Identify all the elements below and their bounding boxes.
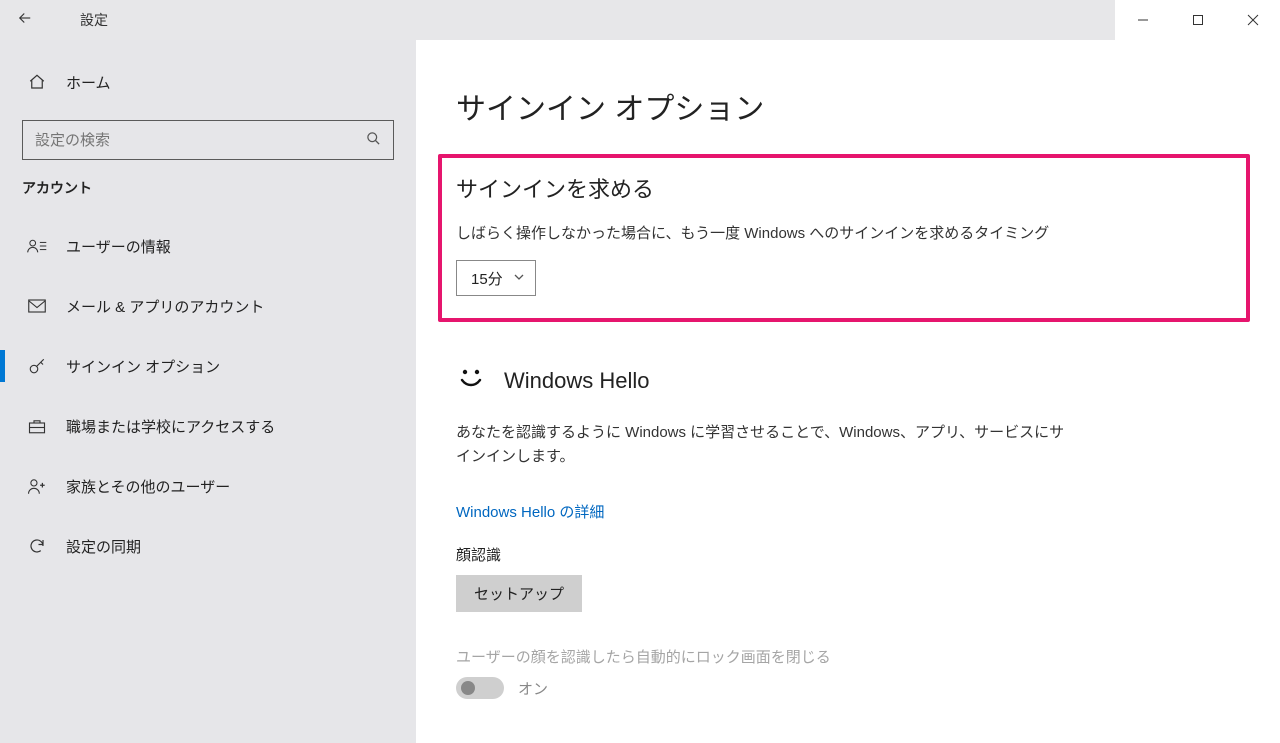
windows-hello-title: Windows Hello xyxy=(504,368,650,394)
chevron-down-icon xyxy=(513,271,525,286)
smile-icon xyxy=(456,362,486,399)
sidebar-item-family-users[interactable]: 家族とその他のユーザー xyxy=(0,456,416,516)
close-button[interactable] xyxy=(1225,0,1280,40)
window-title: 設定 xyxy=(80,10,108,30)
auto-close-desc: ユーザーの顔を認識したら自動的にロック画面を閉じる xyxy=(456,646,1240,667)
face-recognition-label: 顔認識 xyxy=(456,544,1240,565)
sidebar-home[interactable]: ホーム xyxy=(0,54,416,110)
search-input[interactable] xyxy=(23,132,353,149)
mail-icon xyxy=(24,299,50,313)
back-button[interactable] xyxy=(0,9,50,32)
sidebar-home-label: ホーム xyxy=(66,72,111,93)
require-signin-dropdown[interactable]: 15分 xyxy=(456,260,536,296)
require-signin-desc: しばらく操作しなかった場合に、もう一度 Windows へのサインインを求めるタ… xyxy=(456,222,1232,246)
people-icon xyxy=(24,477,50,495)
sidebar: ホーム アカウント ユーザーの情報 メール & アプリのアカウント xyxy=(0,40,416,743)
sidebar-item-label: 家族とその他のユーザー xyxy=(66,476,230,497)
sidebar-item-label: 職場または学校にアクセスする xyxy=(66,416,275,437)
sidebar-item-user-info[interactable]: ユーザーの情報 xyxy=(0,216,416,276)
sidebar-item-label: メール & アプリのアカウント xyxy=(66,296,264,317)
window-controls xyxy=(1115,0,1280,40)
sidebar-group-title: アカウント xyxy=(0,178,416,198)
minimize-button[interactable] xyxy=(1115,0,1170,40)
home-icon xyxy=(24,73,50,91)
sidebar-item-sync[interactable]: 設定の同期 xyxy=(0,516,416,576)
require-signin-section: サインインを求める しばらく操作しなかった場合に、もう一度 Windows への… xyxy=(438,154,1250,322)
search-icon xyxy=(353,131,393,150)
user-icon xyxy=(24,238,50,254)
toggle-label: オン xyxy=(518,678,548,699)
setup-button[interactable]: セットアップ xyxy=(456,575,582,612)
sync-icon xyxy=(24,537,50,555)
search-input-container[interactable] xyxy=(22,120,394,160)
auto-close-toggle[interactable] xyxy=(456,677,504,699)
windows-hello-desc: あなたを認識するように Windows に学習させることで、Windows、アプ… xyxy=(456,421,1076,469)
sidebar-item-email-accounts[interactable]: メール & アプリのアカウント xyxy=(0,276,416,336)
briefcase-icon xyxy=(24,418,50,434)
auto-close-toggle-row: オン xyxy=(456,677,1240,699)
sidebar-item-label: ユーザーの情報 xyxy=(66,236,171,257)
sidebar-item-label: 設定の同期 xyxy=(66,536,141,557)
windows-hello-header: Windows Hello xyxy=(456,362,1240,399)
maximize-button[interactable] xyxy=(1170,0,1225,40)
titlebar: 設定 xyxy=(0,0,1280,40)
page-title: サインイン オプション xyxy=(456,84,1240,128)
dropdown-value: 15分 xyxy=(471,268,503,289)
windows-hello-link[interactable]: Windows Hello の詳細 xyxy=(456,501,604,522)
sidebar-item-work-school[interactable]: 職場または学校にアクセスする xyxy=(0,396,416,456)
key-icon xyxy=(24,357,50,375)
sidebar-item-label: サインイン オプション xyxy=(66,356,220,377)
sidebar-item-signin-options[interactable]: サインイン オプション xyxy=(0,336,416,396)
main-content: サインイン オプション サインインを求める しばらく操作しなかった場合に、もう一… xyxy=(416,40,1280,743)
require-signin-heading: サインインを求める xyxy=(456,172,1232,204)
